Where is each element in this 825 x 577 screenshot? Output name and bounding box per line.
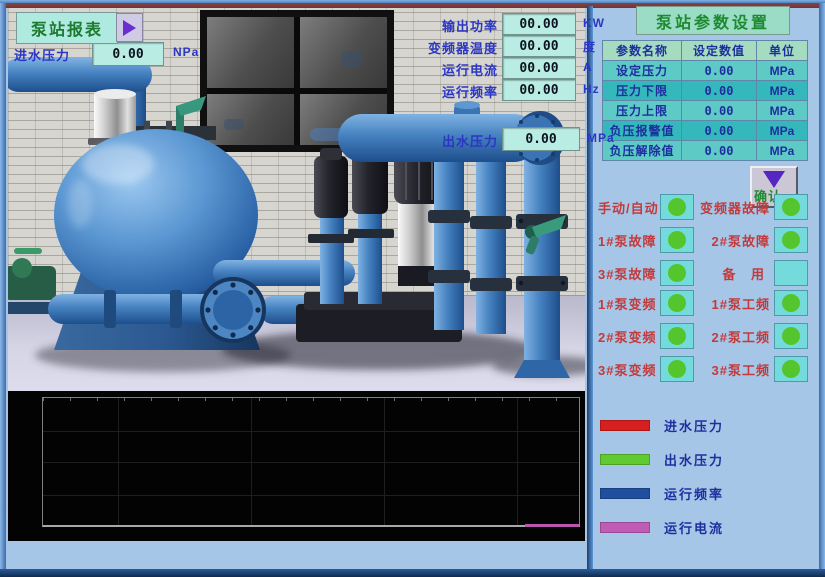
inverter-temp-label: 变频器温度 xyxy=(428,38,498,57)
setting-unit: MPa xyxy=(757,141,808,161)
col-header-unit: 单位 xyxy=(757,41,808,61)
current-trace-baseline xyxy=(525,524,579,527)
report-nav-button[interactable] xyxy=(116,13,143,42)
legend-swatch-inlet xyxy=(600,420,650,431)
status-lamp xyxy=(774,194,808,220)
status-lamp xyxy=(774,260,808,286)
status-lamp xyxy=(774,323,808,349)
inlet-pressure-label: 进水压力 xyxy=(14,45,70,64)
indicator-label: 3#泵故障 xyxy=(598,264,656,283)
indicator-label: 3#泵变频 xyxy=(598,360,656,379)
outlet-pressure-label: 出水压力 xyxy=(442,131,498,150)
report-button[interactable]: 泵站报表 xyxy=(16,12,118,44)
play-icon xyxy=(123,20,136,36)
status-lamp xyxy=(660,290,694,316)
setting-value[interactable]: 0.00 xyxy=(682,121,757,141)
indicator-label: 1#泵变频 xyxy=(598,294,656,313)
frame-right xyxy=(819,0,825,577)
output-power-label: 输出功率 xyxy=(442,16,498,35)
legend-swatch-current xyxy=(600,522,650,533)
col-header-value: 设定数值 xyxy=(682,41,757,61)
inlet-pressure-unit: NPa xyxy=(173,45,199,59)
pump-unit-2 xyxy=(352,142,388,304)
setting-unit: MPa xyxy=(757,101,808,121)
settings-table: 参数名称 设定数值 单位 设定压力 0.00 MPa 压力下限 0.00 MPa… xyxy=(602,40,808,161)
setting-value[interactable]: 0.00 xyxy=(682,141,757,161)
legend-label: 出水压力 xyxy=(664,450,724,469)
setting-unit: MPa xyxy=(757,121,808,141)
indicator-label: 3#泵工频 xyxy=(698,360,770,379)
setting-name: 压力上限 xyxy=(603,101,682,121)
setting-name: 压力下限 xyxy=(603,81,682,101)
legend-label: 运行电流 xyxy=(664,518,724,537)
output-power-unit: KW xyxy=(583,16,605,30)
status-lamp xyxy=(660,194,694,220)
setting-value[interactable]: 0.00 xyxy=(682,81,757,101)
frame-bottom xyxy=(0,569,825,577)
setting-unit: MPa xyxy=(757,61,808,81)
output-power-value: 00.00 xyxy=(502,13,576,35)
run-current-label: 运行电流 xyxy=(442,60,498,79)
inverter-temp-value: 00.00 xyxy=(502,35,576,57)
status-lamp xyxy=(774,227,808,253)
trend-chart xyxy=(8,391,585,541)
status-lamp xyxy=(660,227,694,253)
run-frequency-unit: Hz xyxy=(583,82,600,96)
indicator-label: 2#泵变频 xyxy=(598,327,656,346)
inlet-pressure-value: 0.00 xyxy=(92,42,164,66)
status-lamp xyxy=(660,260,694,286)
indicator-label: 1#泵故障 xyxy=(598,231,656,250)
frame-left xyxy=(0,0,6,577)
status-lamp xyxy=(774,356,808,382)
inverter-temp-unit: 度 xyxy=(583,38,596,55)
legend-label: 进水压力 xyxy=(664,416,724,435)
legend-swatch-outlet xyxy=(600,454,650,465)
indicator-label: 1#泵工频 xyxy=(698,294,770,313)
outlet-pressure-unit: MPa xyxy=(587,131,615,145)
indicator-label: 变频器故障 xyxy=(698,198,770,217)
axis-ticks xyxy=(43,398,579,401)
status-lamp xyxy=(660,356,694,382)
setting-name: 设定压力 xyxy=(603,61,682,81)
outlet-pressure-value: 0.00 xyxy=(502,127,580,151)
run-current-value: 00.00 xyxy=(502,57,576,79)
legend-label: 运行频率 xyxy=(664,484,724,503)
trend-plot-area xyxy=(42,397,580,527)
setting-value[interactable]: 0.00 xyxy=(682,61,757,81)
settings-panel-title: 泵站参数设置 xyxy=(636,6,790,35)
pump-station-hmi: 泵站报表 进水压力 0.00 NPa 输出功率 00.00 KW 变频器温度 0… xyxy=(0,0,825,577)
run-frequency-value: 00.00 xyxy=(502,79,576,101)
indicator-label: 2#泵工频 xyxy=(698,327,770,346)
run-current-unit: A xyxy=(583,60,593,74)
indicator-label: 2#泵故障 xyxy=(698,231,770,250)
frame-top xyxy=(0,0,825,3)
indicator-label: 备 用 xyxy=(698,264,770,283)
setting-unit: MPa xyxy=(757,81,808,101)
setting-value[interactable]: 0.00 xyxy=(682,101,757,121)
run-frequency-label: 运行频率 xyxy=(442,82,498,101)
status-lamp xyxy=(774,290,808,316)
indicator-label: 手动/自动 xyxy=(598,198,656,217)
legend-swatch-frequency xyxy=(600,488,650,499)
status-lamp xyxy=(660,323,694,349)
col-header-name: 参数名称 xyxy=(603,41,682,61)
